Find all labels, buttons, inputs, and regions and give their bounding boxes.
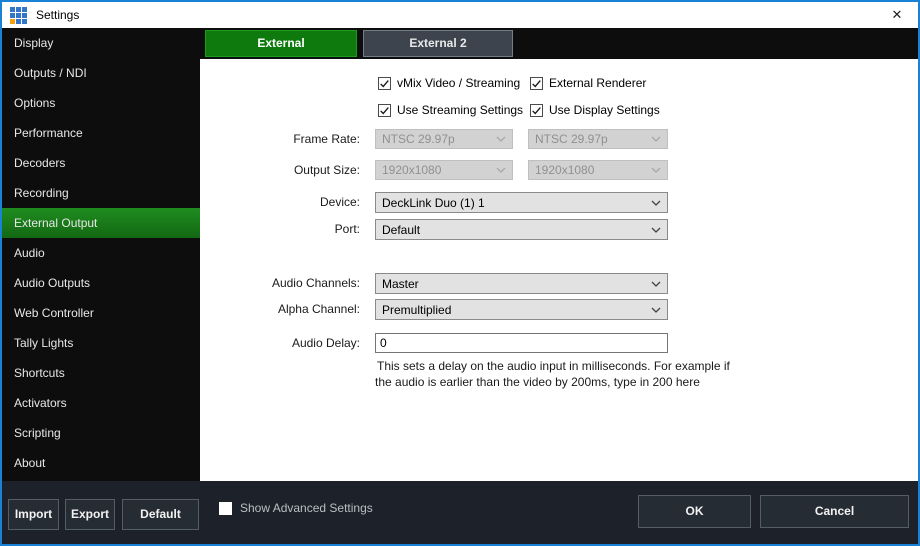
alpha-channel-select[interactable]: Premultiplied (375, 299, 668, 320)
sidebar-item-audio-outputs[interactable]: Audio Outputs (2, 268, 200, 298)
chevron-down-icon (651, 227, 661, 233)
sidebar: DisplayOutputs / NDIOptionsPerformanceDe… (2, 28, 200, 481)
sidebar-item-tally-lights[interactable]: Tally Lights (2, 328, 200, 358)
chevron-down-icon (496, 167, 506, 173)
frame-rate-value-2: NTSC 29.97p (535, 132, 608, 146)
checkbox-icon[interactable] (530, 77, 543, 90)
checkbox-icon[interactable] (530, 104, 543, 117)
frame-rate-select-2: NTSC 29.97p (528, 129, 668, 149)
bottom-bar: Import Export Default Show Advanced Sett… (2, 481, 918, 544)
sidebar-item-recording[interactable]: Recording (2, 178, 200, 208)
alpha-channel-label: Alpha Channel: (200, 299, 360, 319)
output-size-select-2: 1920x1080 (528, 160, 668, 180)
import-button[interactable]: Import (8, 499, 59, 530)
window-title: Settings (36, 8, 79, 22)
audio-delay-help-line1: This sets a delay on the audio input in … (377, 358, 730, 374)
audio-delay-input[interactable] (375, 333, 668, 353)
sidebar-item-audio[interactable]: Audio (2, 238, 200, 268)
vmix-logo-icon (10, 7, 27, 24)
sidebar-item-outputs-ndi[interactable]: Outputs / NDI (2, 58, 200, 88)
sidebar-item-decoders[interactable]: Decoders (2, 148, 200, 178)
frame-rate-label: Frame Rate: (200, 129, 360, 149)
chevron-down-icon (651, 281, 661, 287)
checkbox-external-renderer[interactable]: External Renderer (530, 76, 646, 90)
audio-channels-label: Audio Channels: (200, 273, 360, 293)
tab-strip: ExternalExternal 2 (200, 28, 918, 59)
output-size-value-2: 1920x1080 (535, 163, 594, 177)
sidebar-item-display[interactable]: Display (2, 28, 200, 58)
titlebar: Settings ✕ (2, 2, 918, 28)
output-size-label: Output Size: (200, 160, 360, 180)
audio-delay-label: Audio Delay: (200, 333, 360, 353)
chevron-down-icon (651, 136, 661, 142)
checkbox-label: vMix Video / Streaming (397, 76, 520, 90)
sidebar-item-options[interactable]: Options (2, 88, 200, 118)
checkbox-label: External Renderer (549, 76, 646, 90)
frame-rate-select-1: NTSC 29.97p (375, 129, 513, 149)
port-label: Port: (200, 219, 360, 239)
sidebar-item-shortcuts[interactable]: Shortcuts (2, 358, 200, 388)
checkbox-label: Use Display Settings (549, 103, 660, 117)
tab-external-2[interactable]: External 2 (363, 30, 513, 57)
sidebar-item-scripting[interactable]: Scripting (2, 418, 200, 448)
sidebar-item-external-output[interactable]: External Output (2, 208, 200, 238)
device-select[interactable]: DeckLink Duo (1) 1 (375, 192, 668, 213)
export-button[interactable]: Export (65, 499, 115, 530)
port-value: Default (382, 223, 420, 237)
audio-channels-select[interactable]: Master (375, 273, 668, 294)
chevron-down-icon (651, 200, 661, 206)
settings-window: Settings ✕ DisplayOutputs / NDIOptionsPe… (0, 0, 920, 546)
port-select[interactable]: Default (375, 219, 668, 240)
frame-rate-value-1: NTSC 29.97p (382, 132, 455, 146)
sidebar-item-activators[interactable]: Activators (2, 388, 200, 418)
audio-channels-value: Master (382, 277, 419, 291)
tab-external[interactable]: External (205, 30, 357, 57)
chevron-down-icon (651, 167, 661, 173)
sidebar-item-about[interactable]: About (2, 448, 200, 478)
show-advanced-checkbox[interactable] (219, 502, 232, 515)
sidebar-item-performance[interactable]: Performance (2, 118, 200, 148)
alpha-channel-value: Premultiplied (382, 303, 451, 317)
output-size-value-1: 1920x1080 (382, 163, 441, 177)
output-size-select-1: 1920x1080 (375, 160, 513, 180)
checkbox-label: Use Streaming Settings (397, 103, 523, 117)
ok-button[interactable]: OK (638, 495, 751, 528)
device-value: DeckLink Duo (1) 1 (382, 196, 485, 210)
chevron-down-icon (651, 307, 661, 313)
checkbox-use-display-settings[interactable]: Use Display Settings (530, 103, 660, 117)
checkbox-icon[interactable] (378, 104, 391, 117)
chevron-down-icon (496, 136, 506, 142)
settings-form: vMix Video / Streaming External Renderer… (200, 59, 918, 481)
checkbox-icon[interactable] (378, 77, 391, 90)
show-advanced-label: Show Advanced Settings (240, 501, 373, 515)
device-label: Device: (200, 192, 360, 212)
close-icon[interactable]: ✕ (886, 6, 908, 24)
sidebar-item-web-controller[interactable]: Web Controller (2, 298, 200, 328)
cancel-button[interactable]: Cancel (760, 495, 909, 528)
audio-delay-help-line2: the audio is earlier than the video by 2… (375, 374, 700, 390)
default-button[interactable]: Default (122, 499, 199, 530)
checkbox-vmix-video-streaming[interactable]: vMix Video / Streaming (378, 76, 520, 90)
checkbox-use-streaming-settings[interactable]: Use Streaming Settings (378, 103, 523, 117)
